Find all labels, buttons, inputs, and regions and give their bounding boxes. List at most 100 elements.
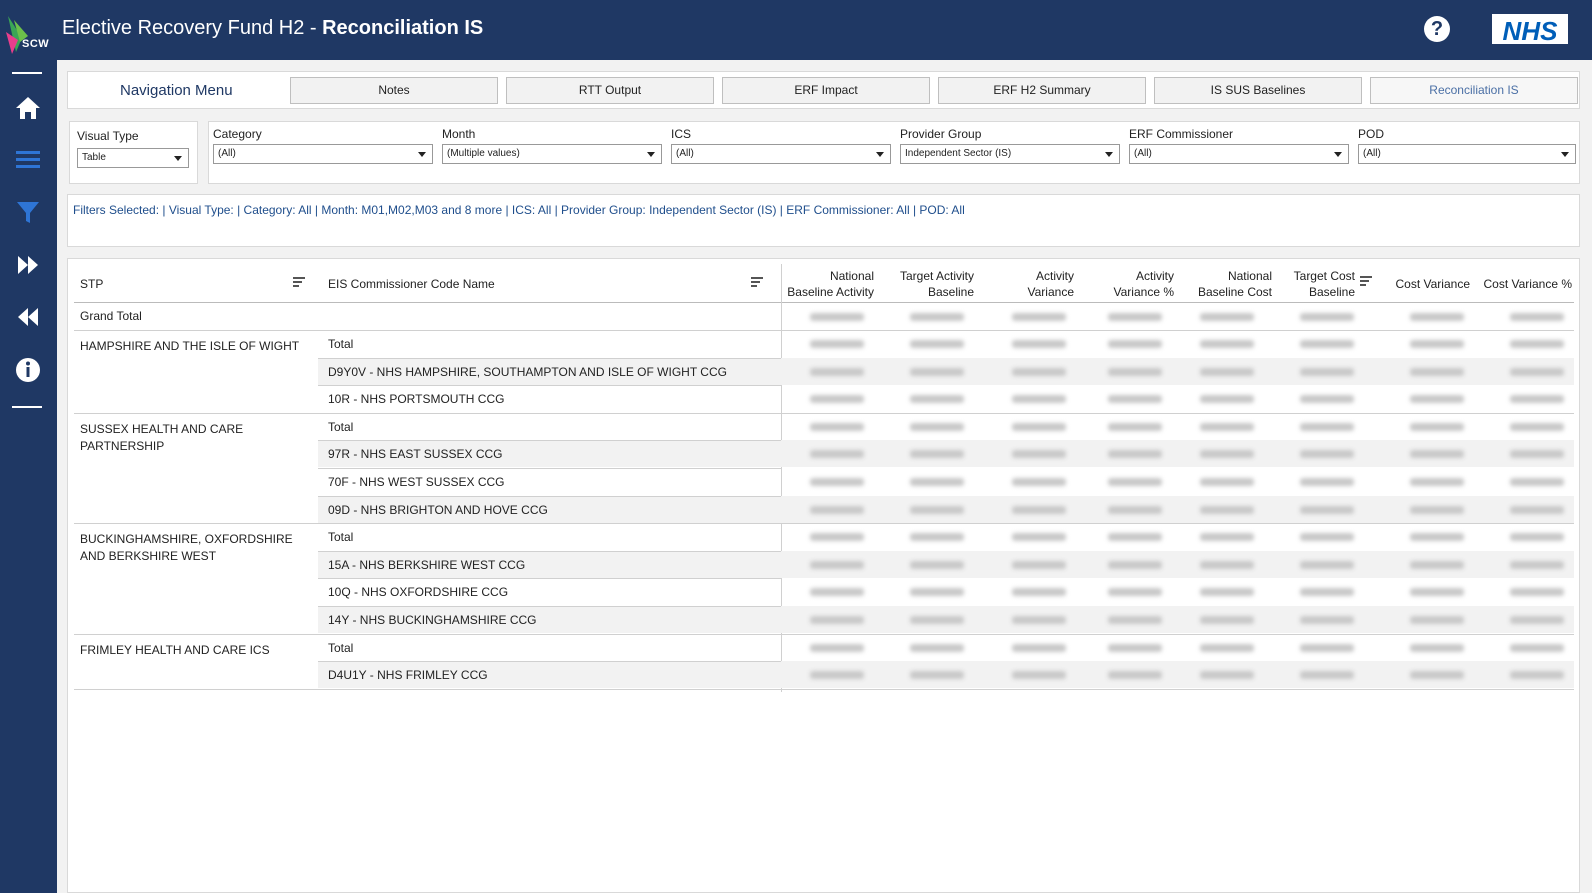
stp-name: BUCKINGHAMSHIRE, OXFORDSHIRE AND BERKSHI… (80, 532, 293, 564)
redacted-value (910, 395, 964, 404)
table-bottom-divider (74, 688, 1574, 690)
nav-button-is-sus-baselines[interactable]: IS SUS Baselines (1154, 77, 1362, 104)
redacted-value (1012, 395, 1066, 404)
visual-type-dropdown[interactable]: Table (77, 148, 189, 168)
redacted-value (1300, 643, 1354, 652)
redacted-value (1108, 450, 1162, 459)
redacted-value (1108, 588, 1162, 597)
ics-dropdown[interactable]: (All) (671, 144, 891, 164)
sort-icon[interactable] (293, 277, 305, 289)
nav-button-notes[interactable]: Notes (290, 77, 498, 104)
redacted-value (1012, 478, 1066, 486)
stp-name: SUSSEX HEALTH AND CARE PARTNERSHIP (80, 421, 244, 453)
month-dropdown[interactable]: (Multiple values) (442, 144, 662, 164)
redacted-value (1300, 588, 1354, 597)
help-icon[interactable]: ? (1424, 16, 1450, 42)
provider-group-value: Independent Sector (IS) (905, 148, 1012, 159)
redacted-value (810, 478, 864, 486)
nav-button-rtt-output[interactable]: RTT Output (506, 77, 714, 104)
redacted-value (1200, 671, 1254, 680)
provider-group-dropdown[interactable]: Independent Sector (IS) (900, 144, 1120, 164)
redacted-value (1300, 422, 1354, 431)
column-header-cost-variance-pct[interactable]: Cost Variance % (1476, 276, 1572, 292)
redacted-value (1410, 478, 1464, 486)
column-header-commissioner[interactable]: EIS Commissioner Code Name (328, 276, 495, 292)
visual-type-label: Visual Type (77, 129, 139, 143)
column-header-activity-variance[interactable]: Activity Variance (980, 268, 1074, 300)
redacted-value (810, 671, 864, 680)
sort-icon[interactable] (1360, 276, 1372, 288)
redacted-value (1300, 340, 1354, 348)
redacted-value (910, 478, 964, 486)
redacted-value (1410, 367, 1464, 376)
redacted-value (1510, 422, 1564, 431)
rewind-icon[interactable] (13, 303, 43, 333)
row-divider (318, 468, 781, 469)
redacted-value (1410, 643, 1464, 652)
redacted-value (1108, 616, 1162, 624)
column-header-national-baseline-cost[interactable]: National Baseline Cost (1180, 268, 1272, 300)
redacted-value (910, 340, 964, 348)
column-header-national-baseline-activity[interactable]: National Baseline Activity (774, 268, 874, 300)
header-line: Baseline Cost (1197, 285, 1272, 299)
redacted-value (1200, 505, 1254, 514)
redacted-value (1410, 450, 1464, 459)
redacted-value (1410, 616, 1464, 624)
fast-forward-icon[interactable] (13, 251, 43, 281)
redacted-value (1300, 671, 1354, 680)
column-header-stp[interactable]: STP (80, 276, 103, 292)
redacted-value (810, 643, 864, 652)
redacted-value (1300, 616, 1354, 624)
category-dropdown[interactable]: (All) (213, 144, 433, 164)
redacted-value (1300, 560, 1354, 569)
nav-button-erf-h2-summary[interactable]: ERF H2 Summary (938, 77, 1146, 104)
menu-icon[interactable] (13, 146, 43, 176)
commissioner-name: 15A - NHS BERKSHIRE WEST CCG (328, 557, 526, 572)
redacted-value (1510, 588, 1564, 597)
nhs-logo: NHS (1492, 14, 1568, 46)
redacted-value (1108, 422, 1162, 431)
filters-selected-text: Filters Selected: | Visual Type: | Categ… (73, 203, 965, 217)
column-header-target-activity-baseline[interactable]: Target Activity Baseline (878, 268, 974, 300)
redacted-value (1108, 367, 1162, 376)
filter-icon[interactable] (13, 198, 43, 228)
header-line: Variance % (1113, 285, 1174, 299)
erf-commissioner-value: (All) (1134, 148, 1152, 159)
column-header-cost-variance[interactable]: Cost Variance (1376, 276, 1470, 292)
redacted-value (810, 313, 864, 321)
redacted-value (1410, 588, 1464, 597)
nav-button-reconciliation-is[interactable]: Reconciliation IS (1370, 77, 1578, 104)
header-line: Baseline (1308, 285, 1355, 299)
redacted-value (1510, 616, 1564, 624)
sort-icon[interactable] (751, 277, 763, 289)
redacted-value (910, 560, 964, 569)
home-icon[interactable] (13, 94, 43, 124)
redacted-value (910, 367, 964, 376)
header-line: Target Cost (1293, 269, 1355, 283)
redacted-value (1510, 478, 1564, 486)
redacted-value (1108, 505, 1162, 514)
category-value: (All) (218, 148, 236, 159)
sidebar (0, 60, 57, 893)
header-line: Activity (1135, 269, 1174, 283)
month-value: (Multiple values) (447, 148, 520, 159)
redacted-value (1012, 588, 1066, 597)
info-icon[interactable] (13, 356, 43, 386)
grand-total-label: Grand Total (80, 309, 142, 323)
stp-name: FRIMLEY HEALTH AND CARE ICS (80, 642, 270, 657)
row-divider (318, 385, 781, 387)
redacted-value (1012, 422, 1066, 431)
redacted-value (810, 533, 864, 542)
column-header-target-cost-baseline[interactable]: Target Cost Baseline (1280, 268, 1355, 300)
column-header-activity-variance-pct[interactable]: Activity Variance % (1080, 268, 1174, 300)
redacted-value (1108, 643, 1162, 652)
category-label: Category (213, 127, 262, 141)
chevron-down-icon (876, 152, 884, 157)
chevron-down-icon (1561, 152, 1569, 157)
redacted-value (1510, 671, 1564, 680)
row-divider (318, 440, 781, 442)
erf-commissioner-dropdown[interactable]: (All) (1129, 144, 1349, 164)
nav-button-erf-impact[interactable]: ERF Impact (722, 77, 930, 104)
pod-dropdown[interactable]: (All) (1358, 144, 1576, 164)
header-line: Activity (1035, 269, 1074, 283)
